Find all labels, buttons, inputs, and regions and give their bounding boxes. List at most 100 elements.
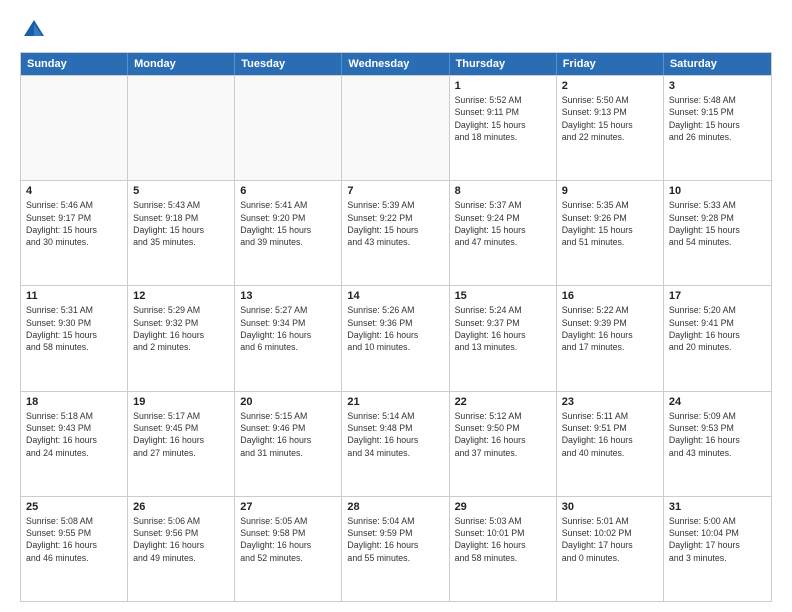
calendar-cell-2-4: 15 Sunrise: 5:24 AM Sunset: 9:37 PM Dayli… — [450, 286, 557, 390]
day-info: Sunrise: 5:29 AM Sunset: 9:32 PM Dayligh… — [133, 304, 229, 353]
day-info: Sunrise: 5:09 AM Sunset: 9:53 PM Dayligh… — [669, 410, 766, 459]
day-number: 15 — [455, 290, 551, 302]
day-number: 20 — [240, 396, 336, 408]
day-number: 27 — [240, 501, 336, 513]
day-info: Sunrise: 5:00 AM Sunset: 10:04 PM Daylig… — [669, 515, 766, 564]
day-number: 21 — [347, 396, 443, 408]
day-number: 13 — [240, 290, 336, 302]
day-info: Sunrise: 5:15 AM Sunset: 9:46 PM Dayligh… — [240, 410, 336, 459]
calendar-cell-2-6: 17 Sunrise: 5:20 AM Sunset: 9:41 PM Dayli… — [664, 286, 771, 390]
day-info: Sunrise: 5:01 AM Sunset: 10:02 PM Daylig… — [562, 515, 658, 564]
calendar-cell-1-6: 10 Sunrise: 5:33 AM Sunset: 9:28 PM Dayli… — [664, 181, 771, 285]
day-number: 12 — [133, 290, 229, 302]
day-number: 5 — [133, 185, 229, 197]
day-number: 24 — [669, 396, 766, 408]
day-of-week-wednesday: Wednesday — [342, 53, 449, 75]
calendar-cell-3-1: 19Sunrise: 5:17 AM Sunset: 9:45 PM Dayli… — [128, 392, 235, 496]
day-number: 26 — [133, 501, 229, 513]
day-of-week-sunday: Sunday — [21, 53, 128, 75]
calendar-cell-4-5: 30 Sunrise: 5:01 AM Sunset: 10:02 PM Dayl… — [557, 497, 664, 601]
calendar-cell-0-1 — [128, 76, 235, 180]
day-number: 11 — [26, 290, 122, 302]
calendar-cell-1-0: 4 Sunrise: 5:46 AM Sunset: 9:17 PM Daylig… — [21, 181, 128, 285]
day-number: 18 — [26, 396, 122, 408]
calendar-row-1: 4 Sunrise: 5:46 AM Sunset: 9:17 PM Daylig… — [21, 180, 771, 285]
day-info: Sunrise: 5:50 AM Sunset: 9:13 PM Dayligh… — [562, 94, 658, 143]
calendar-cell-1-4: 8 Sunrise: 5:37 AM Sunset: 9:24 PM Daylig… — [450, 181, 557, 285]
calendar-cell-1-5: 9 Sunrise: 5:35 AM Sunset: 9:26 PM Daylig… — [557, 181, 664, 285]
calendar: SundayMondayTuesdayWednesdayThursdayFrid… — [20, 52, 772, 602]
day-info: Sunrise: 5:20 AM Sunset: 9:41 PM Dayligh… — [669, 304, 766, 353]
calendar-cell-0-2 — [235, 76, 342, 180]
day-number: 25 — [26, 501, 122, 513]
day-number: 6 — [240, 185, 336, 197]
day-info: Sunrise: 5:33 AM Sunset: 9:28 PM Dayligh… — [669, 199, 766, 248]
calendar-cell-0-3 — [342, 76, 449, 180]
calendar-cell-1-3: 7 Sunrise: 5:39 AM Sunset: 9:22 PM Daylig… — [342, 181, 449, 285]
day-info: Sunrise: 5:24 AM Sunset: 9:37 PM Dayligh… — [455, 304, 551, 353]
day-number: 3 — [669, 80, 766, 92]
calendar-row-2: 11 Sunrise: 5:31 AM Sunset: 9:30 PM Dayli… — [21, 285, 771, 390]
day-info: Sunrise: 5:39 AM Sunset: 9:22 PM Dayligh… — [347, 199, 443, 248]
calendar-cell-3-0: 18 Sunrise: 5:18 AM Sunset: 9:43 PM Dayli… — [21, 392, 128, 496]
calendar-row-0: 1Sunrise: 5:52 AM Sunset: 9:11 PM Daylig… — [21, 75, 771, 180]
day-info: Sunrise: 5:18 AM Sunset: 9:43 PM Dayligh… — [26, 410, 122, 459]
day-of-week-thursday: Thursday — [450, 53, 557, 75]
day-of-week-friday: Friday — [557, 53, 664, 75]
calendar-row-4: 25 Sunrise: 5:08 AM Sunset: 9:55 PM Dayli… — [21, 496, 771, 601]
day-number: 17 — [669, 290, 766, 302]
calendar-header: SundayMondayTuesdayWednesdayThursdayFrid… — [21, 53, 771, 75]
calendar-cell-3-3: 21 Sunrise: 5:14 AM Sunset: 9:48 PM Dayli… — [342, 392, 449, 496]
day-number: 7 — [347, 185, 443, 197]
calendar-cell-3-5: 23Sunrise: 5:11 AM Sunset: 9:51 PM Dayli… — [557, 392, 664, 496]
page: SundayMondayTuesdayWednesdayThursdayFrid… — [0, 0, 792, 612]
calendar-cell-0-4: 1Sunrise: 5:52 AM Sunset: 9:11 PM Daylig… — [450, 76, 557, 180]
logo — [20, 16, 52, 44]
day-number: 31 — [669, 501, 766, 513]
day-info: Sunrise: 5:11 AM Sunset: 9:51 PM Dayligh… — [562, 410, 658, 459]
calendar-row-3: 18 Sunrise: 5:18 AM Sunset: 9:43 PM Dayli… — [21, 391, 771, 496]
day-info: Sunrise: 5:06 AM Sunset: 9:56 PM Dayligh… — [133, 515, 229, 564]
calendar-cell-2-2: 13 Sunrise: 5:27 AM Sunset: 9:34 PM Dayli… — [235, 286, 342, 390]
calendar-cell-1-2: 6 Sunrise: 5:41 AM Sunset: 9:20 PM Daylig… — [235, 181, 342, 285]
calendar-cell-3-4: 22 Sunrise: 5:12 AM Sunset: 9:50 PM Dayli… — [450, 392, 557, 496]
day-info: Sunrise: 5:27 AM Sunset: 9:34 PM Dayligh… — [240, 304, 336, 353]
day-of-week-saturday: Saturday — [664, 53, 771, 75]
day-number: 30 — [562, 501, 658, 513]
day-info: Sunrise: 5:22 AM Sunset: 9:39 PM Dayligh… — [562, 304, 658, 353]
calendar-cell-0-5: 2 Sunrise: 5:50 AM Sunset: 9:13 PM Daylig… — [557, 76, 664, 180]
calendar-cell-2-0: 11 Sunrise: 5:31 AM Sunset: 9:30 PM Dayli… — [21, 286, 128, 390]
header — [20, 16, 772, 44]
day-info: Sunrise: 5:35 AM Sunset: 9:26 PM Dayligh… — [562, 199, 658, 248]
day-info: Sunrise: 5:05 AM Sunset: 9:58 PM Dayligh… — [240, 515, 336, 564]
day-number: 19 — [133, 396, 229, 408]
day-number: 22 — [455, 396, 551, 408]
day-info: Sunrise: 5:31 AM Sunset: 9:30 PM Dayligh… — [26, 304, 122, 353]
day-number: 2 — [562, 80, 658, 92]
calendar-cell-0-0 — [21, 76, 128, 180]
calendar-cell-0-6: 3 Sunrise: 5:48 AM Sunset: 9:15 PM Daylig… — [664, 76, 771, 180]
day-info: Sunrise: 5:37 AM Sunset: 9:24 PM Dayligh… — [455, 199, 551, 248]
day-info: Sunrise: 5:08 AM Sunset: 9:55 PM Dayligh… — [26, 515, 122, 564]
day-number: 8 — [455, 185, 551, 197]
calendar-cell-4-1: 26 Sunrise: 5:06 AM Sunset: 9:56 PM Dayli… — [128, 497, 235, 601]
day-info: Sunrise: 5:04 AM Sunset: 9:59 PM Dayligh… — [347, 515, 443, 564]
day-number: 9 — [562, 185, 658, 197]
calendar-cell-2-3: 14Sunrise: 5:26 AM Sunset: 9:36 PM Dayli… — [342, 286, 449, 390]
day-number: 28 — [347, 501, 443, 513]
day-info: Sunrise: 5:14 AM Sunset: 9:48 PM Dayligh… — [347, 410, 443, 459]
day-number: 14 — [347, 290, 443, 302]
day-number: 10 — [669, 185, 766, 197]
day-info: Sunrise: 5:03 AM Sunset: 10:01 PM Daylig… — [455, 515, 551, 564]
day-info: Sunrise: 5:43 AM Sunset: 9:18 PM Dayligh… — [133, 199, 229, 248]
day-info: Sunrise: 5:48 AM Sunset: 9:15 PM Dayligh… — [669, 94, 766, 143]
day-info: Sunrise: 5:46 AM Sunset: 9:17 PM Dayligh… — [26, 199, 122, 248]
day-info: Sunrise: 5:41 AM Sunset: 9:20 PM Dayligh… — [240, 199, 336, 248]
calendar-cell-4-6: 31 Sunrise: 5:00 AM Sunset: 10:04 PM Dayl… — [664, 497, 771, 601]
day-info: Sunrise: 5:12 AM Sunset: 9:50 PM Dayligh… — [455, 410, 551, 459]
day-number: 4 — [26, 185, 122, 197]
day-number: 16 — [562, 290, 658, 302]
calendar-cell-4-0: 25 Sunrise: 5:08 AM Sunset: 9:55 PM Dayli… — [21, 497, 128, 601]
calendar-cell-3-2: 20 Sunrise: 5:15 AM Sunset: 9:46 PM Dayli… — [235, 392, 342, 496]
calendar-body: 1Sunrise: 5:52 AM Sunset: 9:11 PM Daylig… — [21, 75, 771, 601]
